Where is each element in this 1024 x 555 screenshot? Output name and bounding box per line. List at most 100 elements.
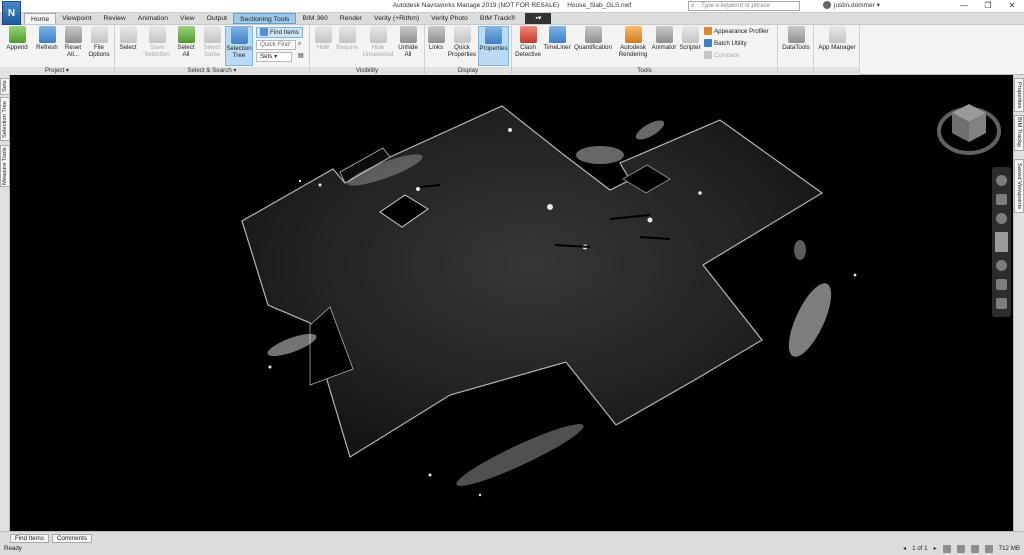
timeliner-button[interactable]: TimeLiner — [542, 26, 572, 51]
last-sheet-icon[interactable]: ▸ — [934, 543, 937, 555]
properties-button[interactable]: Properties — [478, 26, 509, 66]
status-bar: Ready ◂ 1 of 1 ▸ 712 MB — [0, 543, 1024, 555]
select-cursor-icon[interactable] — [996, 298, 1007, 309]
properties-icon — [485, 27, 502, 44]
zoom-icon[interactable] — [996, 213, 1007, 224]
bottom-tab-find-items[interactable]: Find Items — [10, 534, 49, 543]
hide-icon — [314, 26, 332, 43]
datatools-button[interactable]: DataTools — [780, 26, 812, 51]
append-button[interactable]: Append — [4, 26, 30, 51]
tab-sectioning-tools[interactable]: Sectioning Tools — [233, 13, 297, 24]
select-same-button[interactable]: Select Same — [201, 26, 223, 58]
camera-toggle-icon[interactable]: ▪▾ — [525, 13, 552, 24]
panel-select-search: Select Save Selection Select All Select … — [115, 25, 310, 75]
tab-home[interactable]: Home — [24, 13, 57, 24]
walk-icon[interactable] — [996, 279, 1007, 290]
save-selection-icon — [148, 26, 166, 43]
appearance-profiler-button[interactable]: Appearance Profiler — [704, 27, 769, 36]
selection-tree-button[interactable]: Selection Tree — [225, 26, 253, 66]
look-around-icon[interactable] — [996, 260, 1007, 271]
disk-icon — [970, 545, 979, 553]
tab-review[interactable]: Review — [98, 13, 132, 24]
batch-utility-button[interactable]: Batch Utility — [704, 39, 747, 48]
app-title: Autodesk Navisworks Manage 2019 (NOT FOR… — [392, 2, 560, 9]
require-icon — [338, 26, 356, 43]
panel-display: Links Quick Properties Properties Displa… — [425, 25, 512, 75]
help-search-input[interactable]: ⌕ Type a keyword or phrase — [688, 1, 800, 11]
tab-bim-track[interactable]: BIM Track® — [474, 13, 522, 24]
user-icon — [823, 1, 831, 10]
quantification-button[interactable]: Quantification — [572, 26, 614, 51]
sets-dropdown[interactable]: Sets ▾ — [256, 52, 292, 62]
minimize-button[interactable]: — — [952, 0, 976, 13]
scripter-button[interactable]: Scripter — [678, 26, 702, 51]
orbit-icon[interactable] — [995, 232, 1008, 252]
manage-sets-icon[interactable]: ▤ — [298, 51, 304, 60]
user-account[interactable]: justin.dommer ▾ — [823, 1, 880, 11]
quantification-icon — [584, 26, 602, 43]
3d-viewport[interactable] — [10, 75, 1013, 531]
quick-find-search-icon[interactable]: ⌕ — [298, 39, 301, 48]
pan-hand-icon[interactable] — [996, 194, 1007, 205]
tab-animation[interactable]: Animation — [132, 13, 174, 24]
side-tab-selection-tree[interactable]: Selection Tree — [0, 97, 10, 141]
clash-detective-button[interactable]: Clash Detective — [514, 26, 542, 58]
side-tab-measure-tools[interactable]: Measure Tools — [0, 145, 10, 187]
hide-unselected-icon — [369, 26, 387, 43]
tab-output[interactable]: Output — [201, 13, 233, 24]
quick-find-input[interactable]: Quick Find — [256, 40, 296, 50]
select-all-button[interactable]: Select All — [175, 26, 197, 58]
file-options-button[interactable]: File Options — [86, 26, 112, 58]
close-button[interactable]: ✕ — [1000, 0, 1024, 13]
find-items-button[interactable]: Find Items — [256, 27, 303, 38]
select-same-icon — [203, 26, 221, 43]
panel-label-project[interactable]: Project ▾ — [0, 67, 114, 75]
require-button[interactable]: Require — [334, 26, 360, 51]
select-button[interactable]: Select — [117, 26, 139, 51]
application-menu-button[interactable]: N — [2, 1, 21, 25]
side-tab-sets[interactable]: Sets — [0, 78, 10, 95]
side-tab-bim-track[interactable]: BIM Track® — [1014, 115, 1024, 151]
panel-label-visibility: Visibility — [310, 67, 424, 75]
status-controls: ◂ 1 of 1 ▸ 712 MB — [903, 543, 1020, 555]
side-tab-properties[interactable]: Properties — [1014, 78, 1024, 112]
tab-verity-photo[interactable]: Verity Photo — [425, 13, 474, 24]
tab-view[interactable]: View — [174, 13, 201, 24]
tab-viewpoint[interactable]: Viewpoint — [56, 13, 97, 24]
unhide-all-button[interactable]: Unhide All — [396, 26, 420, 58]
links-button[interactable]: Links — [426, 26, 446, 51]
compare-button[interactable]: Compare — [704, 51, 739, 60]
first-sheet-icon[interactable]: ◂ — [903, 543, 906, 555]
panel-visibility: Hide Require Hide Unselected Unhide All … — [310, 25, 425, 75]
scripter-icon — [681, 26, 699, 43]
web-server-icon — [984, 545, 993, 553]
hide-button[interactable]: Hide — [312, 26, 334, 51]
viewcube-icon[interactable] — [936, 98, 1002, 156]
tab-bim360[interactable]: BIM 360 — [296, 13, 333, 24]
panel-datatools: DataTools — [778, 25, 814, 75]
refresh-button[interactable]: Refresh — [34, 26, 60, 51]
autodesk-rendering-button[interactable]: Autodesk Rendering — [616, 26, 650, 58]
panel-label-select-search[interactable]: Select & Search ▾ — [115, 67, 309, 75]
bottom-tab-comments[interactable]: Comments — [52, 534, 92, 543]
tab-verity-rithm[interactable]: Verity (+Rithm) — [368, 13, 425, 24]
tab-render[interactable]: Render — [334, 13, 368, 24]
animator-button[interactable]: Animator — [650, 26, 678, 51]
timeliner-icon — [548, 26, 566, 43]
restore-button[interactable]: ❐ — [976, 0, 1000, 13]
performance-pencil-icon — [956, 545, 965, 553]
clash-detective-icon — [519, 26, 537, 43]
reset-all-button[interactable]: Reset All... — [62, 26, 84, 58]
sheet-browser-icon[interactable] — [942, 545, 951, 553]
file-name: House_Slab_GLS.nwf — [567, 2, 632, 9]
page-indicator: 1 of 1 — [912, 545, 928, 552]
compare-icon — [704, 51, 712, 60]
select-all-icon — [177, 26, 195, 43]
appearance-profiler-icon — [704, 27, 712, 36]
app-manager-button[interactable]: App Manager — [816, 26, 858, 51]
save-selection-button[interactable]: Save Selection — [143, 26, 171, 58]
hide-unselected-button[interactable]: Hide Unselected — [362, 26, 394, 58]
steering-wheel-icon[interactable] — [996, 175, 1007, 186]
quick-properties-button[interactable]: Quick Properties — [447, 26, 477, 58]
side-tab-saved-viewpoints[interactable]: Saved Viewpoints — [1014, 159, 1024, 213]
